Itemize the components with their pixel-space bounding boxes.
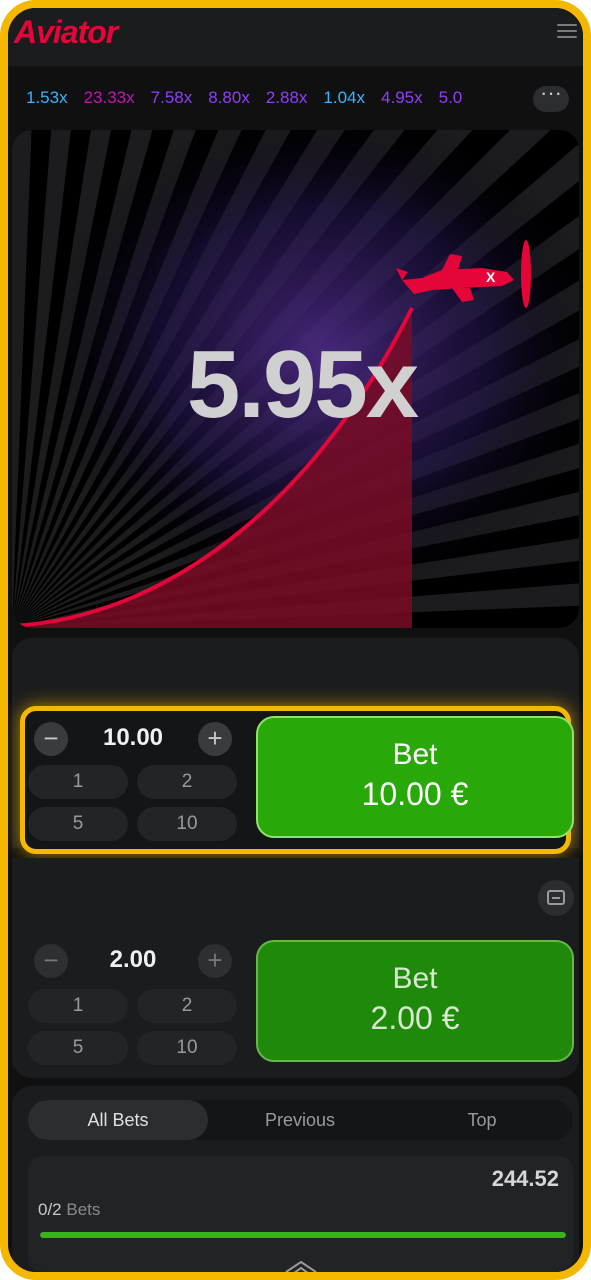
- quick-bet-1-2[interactable]: 1: [28, 989, 128, 1023]
- tab-previous[interactable]: Previous: [210, 1100, 390, 1140]
- bets-stats: 244.52 0/2 Bets: [28, 1156, 573, 1272]
- current-multiplier: 5.95x: [186, 331, 419, 438]
- menu-icon[interactable]: [557, 20, 577, 40]
- bets-section: All Bets Previous Top 244.52 0/2 Bets: [12, 1086, 579, 1276]
- bet-button-amount-2: 2.00 €: [370, 1000, 460, 1036]
- bets-count-label: Bets: [66, 1200, 101, 1219]
- history-multiplier: 7.58x: [150, 88, 193, 107]
- header: Aviator: [8, 8, 583, 66]
- history-multiplier: 2.88x: [265, 88, 308, 107]
- quick-bet-2[interactable]: 2: [137, 765, 237, 799]
- multiplier-history: 1.53x 23.33x 7.58x 8.80x 2.88x 1.04x 4.95x 5.0 …: [8, 66, 583, 130]
- aviator-logo: Aviator: [14, 14, 118, 50]
- tab-top[interactable]: Top: [392, 1100, 572, 1140]
- total-amount: 244.52: [491, 1166, 559, 1191]
- bet-button-label-2: Bet: [392, 962, 438, 995]
- bet-amount-value[interactable]: 10.00: [76, 724, 190, 752]
- decrease-bet-button-2[interactable]: −: [34, 944, 68, 978]
- bet-panel-1: − 10.00 + 1 2 5 10 Bet 10.00 €: [12, 706, 579, 854]
- quick-bet-5-2[interactable]: 5: [28, 1031, 128, 1065]
- history-multiplier: 1.04x: [323, 88, 366, 107]
- history-multiplier: 1.53x: [26, 88, 68, 107]
- svg-text:X: X: [486, 269, 496, 285]
- bet-amount-stepper-2: − 2.00 +: [26, 936, 240, 986]
- bets-progress: [40, 1232, 566, 1238]
- bet-panel-2: − 2.00 + 1 2 5 10 Bet 2.00 €: [12, 928, 579, 1078]
- history-multiplier: 8.80x: [208, 88, 250, 107]
- chevron-up-icon[interactable]: [282, 1256, 320, 1276]
- increase-bet-button-2[interactable]: +: [198, 944, 232, 978]
- remove-panel-icon[interactable]: [538, 880, 574, 916]
- history-multiplier: 23.33x: [83, 88, 135, 107]
- bet-button-1[interactable]: Bet 10.00 €: [256, 716, 574, 838]
- bet-amount-value-2[interactable]: 2.00: [76, 946, 190, 974]
- quick-bet-10[interactable]: 10: [137, 807, 237, 841]
- bets-count: 0/2 Bets: [38, 1200, 100, 1220]
- history-list: 1.53x 23.33x 7.58x 8.80x 2.88x 1.04x 4.95x 5.0: [26, 88, 531, 108]
- bet-amount-stepper: − 10.00 +: [26, 714, 240, 764]
- quick-bet-5[interactable]: 5: [28, 807, 128, 841]
- bets-progress-fill: [40, 1232, 566, 1238]
- bets-count-value: 0/2: [38, 1200, 62, 1219]
- bets-tabs: All Bets Previous Top: [28, 1100, 573, 1140]
- quick-bet-2-2[interactable]: 2: [137, 989, 237, 1023]
- decrease-bet-button[interactable]: −: [34, 722, 68, 756]
- bet-button-label: Bet: [392, 738, 438, 771]
- ellipsis-icon[interactable]: ···: [533, 82, 569, 112]
- increase-bet-button[interactable]: +: [198, 722, 232, 756]
- tab-all-bets[interactable]: All Bets: [28, 1100, 208, 1140]
- panel-divider: [12, 858, 579, 928]
- quick-bet-10-2[interactable]: 10: [137, 1031, 237, 1065]
- bet-panel-top: [12, 638, 579, 708]
- game-canvas: X 5.95x: [12, 130, 579, 628]
- history-multiplier: 5.0: [438, 88, 463, 107]
- bet-button-2[interactable]: Bet 2.00 €: [256, 940, 574, 1062]
- history-multiplier: 4.95x: [381, 88, 423, 107]
- bet-button-amount: 10.00 €: [361, 776, 469, 812]
- device-frame: Aviator 1.53x 23.33x 7.58x 8.80x 2.88x 1.04x 4…: [0, 0, 591, 1280]
- quick-bet-1[interactable]: 1: [28, 765, 128, 799]
